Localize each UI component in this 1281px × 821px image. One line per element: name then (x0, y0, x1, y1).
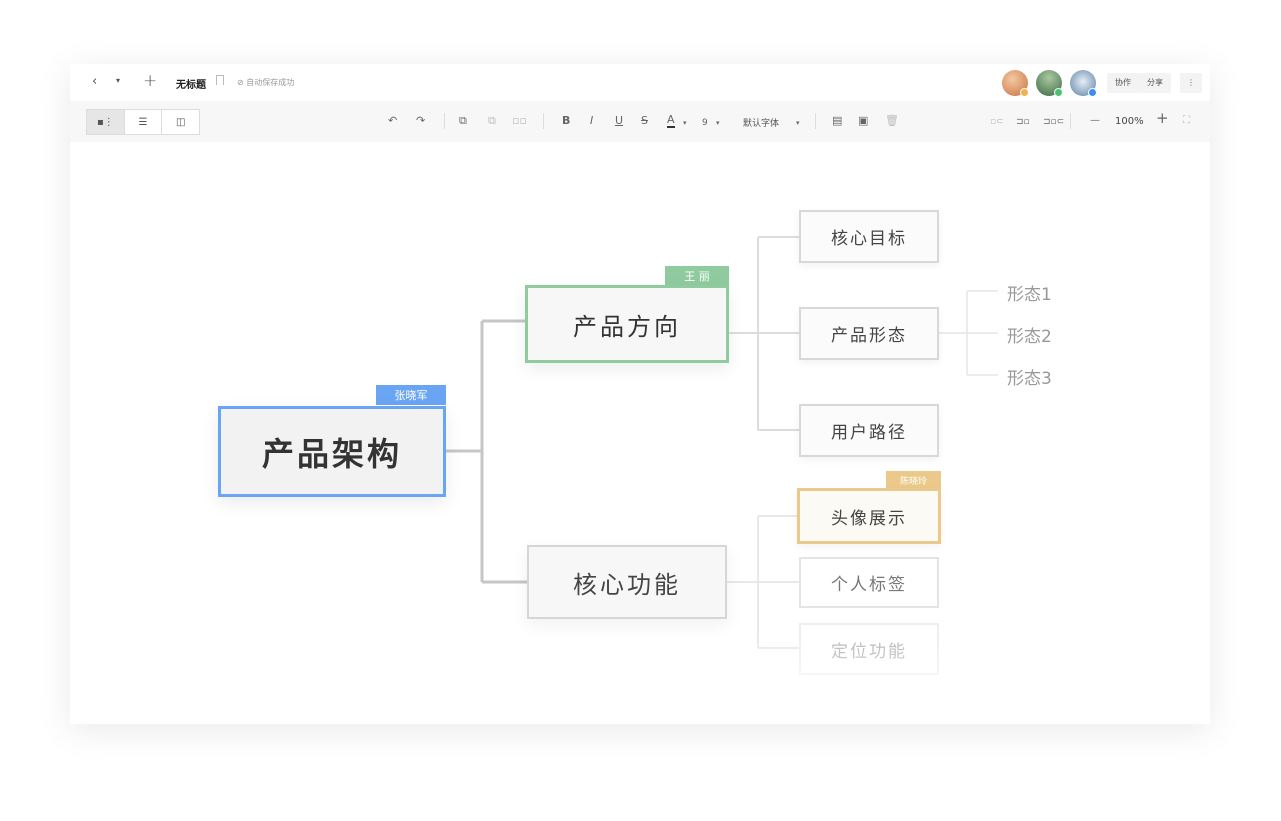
child-node[interactable]: 个人标签 (799, 557, 939, 608)
leaf-node[interactable]: 形态1 (1007, 280, 1052, 305)
user-cursor-tag: 张晓军 (376, 385, 446, 405)
leaf-connector (938, 290, 998, 376)
branch-node[interactable]: 核心功能 (527, 545, 727, 619)
branch-node[interactable]: 产品方向 (525, 285, 729, 363)
child-node[interactable]: 核心目标 (799, 210, 939, 263)
mindmap-connectors (445, 236, 998, 649)
child-node[interactable]: 用户路径 (799, 404, 939, 457)
child-node[interactable]: 头像展示 (797, 488, 941, 544)
mindmap-app-window: ‹ ▾ + 无标题 ⊘ 自动保存成功 协作 分享 ⋮ ▪⋮ ☰ ◫ ↶ ↷ ⧉ … (70, 64, 1210, 724)
root-node[interactable]: 产品架构 (218, 406, 446, 497)
leaf-node[interactable]: 形态3 (1007, 364, 1052, 389)
child-node[interactable]: 定位功能 (799, 623, 939, 675)
root-connector (445, 319, 527, 584)
leaf-node[interactable]: 形态2 (1007, 322, 1052, 347)
user-cursor-tag: 王 丽 (665, 266, 729, 286)
branch1-connector (727, 236, 799, 431)
branch2-connector (725, 515, 799, 649)
child-node[interactable]: 产品形态 (799, 307, 939, 360)
user-cursor-tag: 陈晓玲 (886, 471, 941, 489)
